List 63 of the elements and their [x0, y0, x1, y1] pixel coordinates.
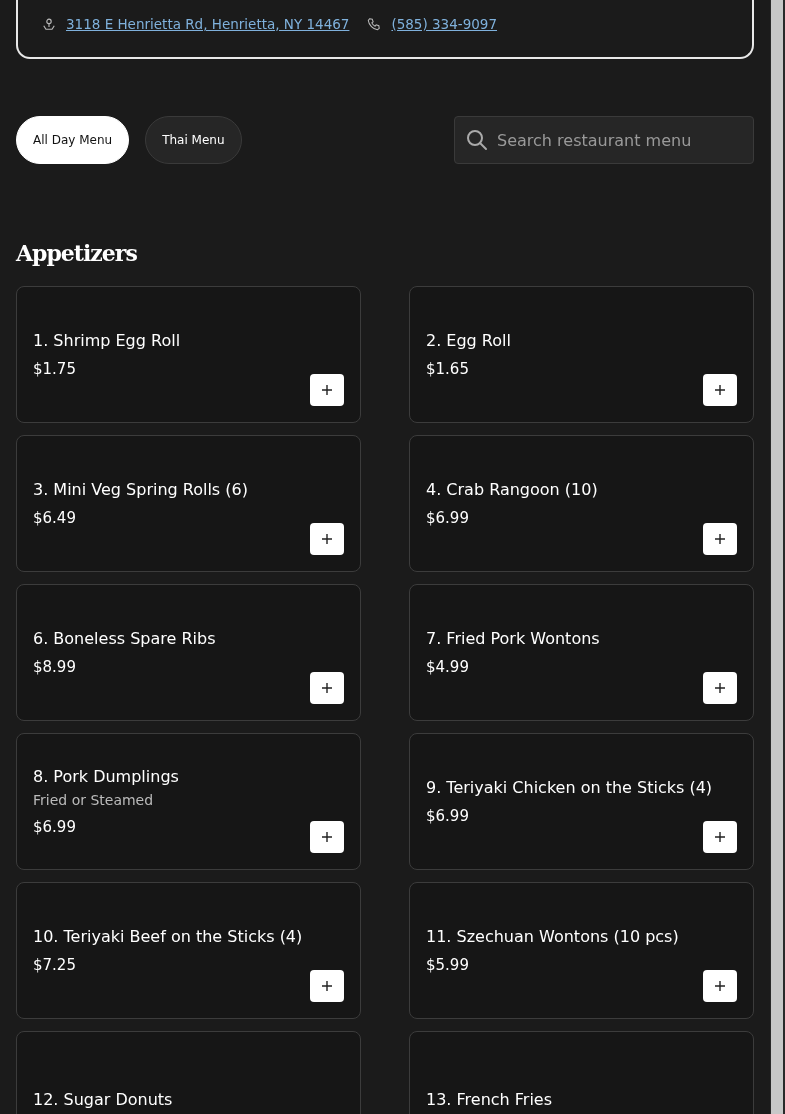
item-price: $6.99: [33, 818, 77, 836]
item-description: Fried or Steamed: [33, 792, 155, 808]
add-button[interactable]: [310, 821, 344, 853]
menu-item-card[interactable]: 2. Egg Roll $1.65: [409, 286, 754, 423]
item-price: $7.25: [33, 956, 77, 974]
plus-icon: [715, 385, 725, 395]
menu-item-card[interactable]: 3. Mini Veg Spring Rolls (6) $6.49: [16, 435, 361, 572]
plus-icon: [322, 981, 332, 991]
add-button[interactable]: [703, 523, 737, 555]
menu-item-card[interactable]: 12. Sugar Donuts: [16, 1031, 361, 1114]
item-price: $8.99: [33, 658, 77, 676]
item-price: $1.65: [426, 360, 470, 378]
add-button[interactable]: [310, 672, 344, 704]
menu-item-card[interactable]: 1. Shrimp Egg Roll $1.75: [16, 286, 361, 423]
item-name: 8. Pork Dumplings: [33, 767, 180, 786]
item-price: $6.99: [426, 509, 470, 527]
item-price: $5.99: [426, 956, 470, 974]
add-button[interactable]: [703, 821, 737, 853]
add-button[interactable]: [703, 672, 737, 704]
item-name: 9. Teriyaki Chicken on the Sticks (4): [426, 778, 714, 797]
item-name: 2. Egg Roll: [426, 331, 512, 350]
menu-item-card[interactable]: 13. French Fries: [409, 1031, 754, 1114]
item-name: 7. Fried Pork Wontons: [426, 629, 601, 648]
item-price: $6.99: [426, 807, 470, 825]
menu-item-card[interactable]: 9. Teriyaki Chicken on the Sticks (4) $6.99: [409, 733, 754, 870]
item-name: 13. French Fries: [426, 1090, 554, 1109]
plus-icon: [715, 832, 725, 842]
phone-link[interactable]: (585) 334-9097: [391, 16, 497, 32]
add-button[interactable]: [310, 523, 344, 555]
menu-tab[interactable]: All Day Menu: [16, 116, 130, 164]
address-link[interactable]: 3118 E Henrietta Rd, Henrietta, NY 14467: [66, 16, 350, 32]
plus-icon: [715, 534, 725, 544]
search-field[interactable]: Search restaurant menu: [454, 116, 754, 164]
plus-icon: [322, 385, 332, 395]
add-button[interactable]: [310, 970, 344, 1002]
item-price: $6.49: [33, 509, 77, 527]
location-pin-icon: [42, 17, 56, 31]
item-name: 3. Mini Veg Spring Rolls (6): [33, 480, 249, 499]
menu-tab[interactable]: Thai Menu: [145, 116, 242, 164]
plus-icon: [715, 981, 725, 991]
menu-item-card[interactable]: 4. Crab Rangoon (10) $6.99: [409, 435, 754, 572]
phone-icon: [367, 17, 382, 31]
item-name: 4. Crab Rangoon (10): [426, 480, 599, 499]
menu-item-card[interactable]: 7. Fried Pork Wontons $4.99: [409, 584, 754, 721]
menu-item-card[interactable]: 8. Pork Dumplings Fried or Steamed $6.99: [16, 733, 361, 870]
add-button[interactable]: [310, 374, 344, 406]
menu-item-card[interactable]: 10. Teriyaki Beef on the Sticks (4) $7.25: [16, 882, 361, 1019]
item-price: $1.75: [33, 360, 77, 378]
menu-item-card[interactable]: 6. Boneless Spare Ribs $8.99: [16, 584, 361, 721]
item-name: 10. Teriyaki Beef on the Sticks (4): [33, 927, 304, 946]
menu-item-card[interactable]: 11. Szechuan Wontons (10 pcs) $5.99: [409, 882, 754, 1019]
section-heading: Appetizers: [16, 240, 138, 266]
item-name: 11. Szechuan Wontons (10 pcs): [426, 927, 680, 946]
item-name: 1. Shrimp Egg Roll: [33, 331, 182, 350]
plus-icon: [322, 683, 332, 693]
item-name: 6. Boneless Spare Ribs: [33, 629, 217, 648]
item-name: 12. Sugar Donuts: [33, 1090, 174, 1109]
plus-icon: [322, 534, 332, 544]
item-price: $4.99: [426, 658, 470, 676]
add-button[interactable]: [703, 970, 737, 1002]
add-button[interactable]: [703, 374, 737, 406]
plus-icon: [322, 832, 332, 842]
plus-icon: [715, 683, 725, 693]
